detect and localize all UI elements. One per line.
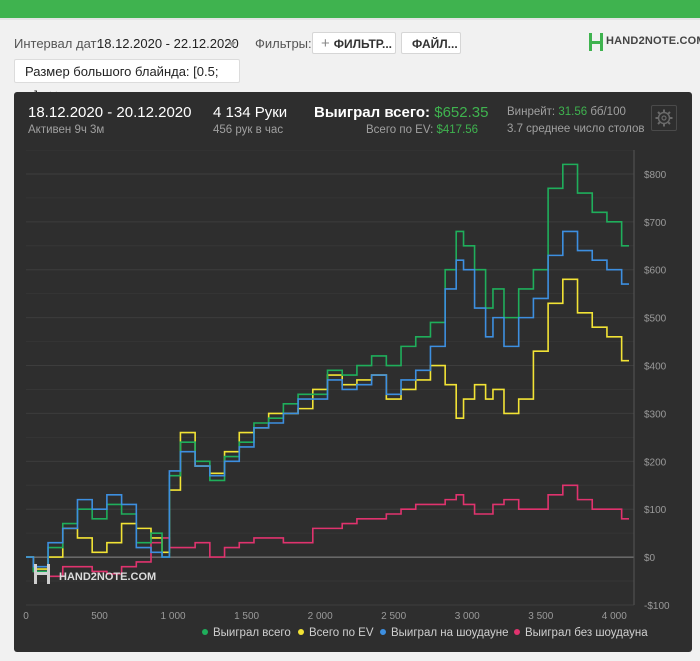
winrate-unit: бб/100 [590,106,626,118]
winrate-value: 31.56 [558,106,588,118]
logo-icon [589,33,603,51]
chart-grid [26,150,635,606]
active-time: Активен 9ч 3м [28,124,105,136]
ev-total-value: $417.56 [436,124,479,136]
legend-won[interactable]: Выиграл всего [202,627,291,639]
plus-icon: + [321,35,330,52]
y-tick-label: $800 [644,170,667,181]
hands-per-hour: 456 рук в час [213,124,284,136]
chart-series [26,163,629,578]
legend-non-showdown-dot [514,629,520,635]
winrate-label: Винрейт: [507,106,556,118]
add-filter-label: ФИЛЬТР... [333,37,393,51]
avg-tables: 3.7 среднее число столов [507,123,645,135]
legend-won-label: Выиграл всего [213,627,291,639]
filter-chip[interactable]: Размер большого блайнда: [0.5; ∞]✕ [14,59,240,103]
legend-non-showdown[interactable]: Выиграл без шоудауна [514,627,648,639]
winrate: Винрейт: 31.56 бб/100 [507,106,626,118]
series-line-0 [26,163,629,573]
date-interval-select[interactable]: 18.12.2020 - 22.12.2020 [97,36,239,51]
x-tick-label: 2 000 [308,611,333,620]
y-tick-label: $300 [644,409,667,420]
y-axis: $800 $700 $600 $500 $400 $300 $200 $100 $0 -$100 [644,170,670,612]
legend-won-dot [202,629,208,635]
series-line-1 [26,278,629,570]
gear-icon [655,109,673,127]
x-axis: 0 500 1 000 1 500 2 000 2 500 3 000 3 500 4 000 [23,611,627,620]
watermark-text: HAND2NOTE.COM [59,571,156,583]
filters-bar: Интервал дат: 18.12.2020 - 22.12.2020 Фи… [0,20,700,103]
y-tick-label: $0 [644,553,656,564]
x-tick-label: 3 500 [528,611,553,620]
chevron-down-icon[interactable] [228,42,236,47]
legend-ev-dot [298,629,304,635]
series-line-3 [26,484,629,578]
won-total-label: Выиграл всего: [314,104,431,121]
ev-total-label: Всего по EV: [366,124,434,136]
x-tick-label: 2 500 [381,611,406,620]
date-interval-label: Интервал дат: [14,36,101,51]
x-tick-label: 500 [91,611,108,620]
y-tick-label: $700 [644,218,667,229]
y-tick-label: $100 [644,505,667,516]
y-tick-label: $400 [644,362,667,373]
legend-showdown-label: Выиграл на шоудауне [391,627,509,639]
legend-ev[interactable]: Всего по EV [298,627,374,639]
x-tick-label: 1 000 [161,611,186,620]
period-value: 18.12.2020 - 20.12.2020 [28,104,192,121]
x-tick-label: 1 500 [234,611,259,620]
x-tick-label: 0 [23,611,29,620]
series-line-2 [26,230,629,568]
hands-count: 4 134 Руки [213,104,288,121]
y-tick-label: -$100 [644,601,670,612]
y-tick-label: $500 [644,314,667,325]
won-total: Выиграл всего: $652.35 [314,104,488,121]
y-tick-label: $600 [644,266,667,277]
legend-showdown[interactable]: Выиграл на шоудауне [380,627,509,639]
settings-button[interactable] [651,105,677,131]
legend-showdown-dot [380,629,386,635]
ev-total: Всего по EV: $417.56 [366,124,478,136]
x-tick-label: 3 000 [455,611,480,620]
legend-ev-label: Всего по EV [309,627,374,639]
x-tick-label: 4 000 [602,611,627,620]
y-tick-label: $200 [644,457,667,468]
profit-chart: $800$700$600$500$400$300$200$100$0-$100 … [23,150,670,620]
legend-non-showdown-label: Выиграл без шоудауна [525,627,648,639]
won-total-value: $652.35 [434,104,489,121]
top-bar [0,0,700,18]
file-button[interactable]: ФАЙЛ... [401,32,461,54]
filters-label: Фильтры: [255,36,312,51]
results-panel: 18.12.2020 - 20.12.2020 Активен 9ч 3м 4 … [14,92,692,652]
add-filter-button[interactable]: + ФИЛЬТР... [312,32,396,54]
logo-text: HAND2NOTE.COM [606,35,700,47]
